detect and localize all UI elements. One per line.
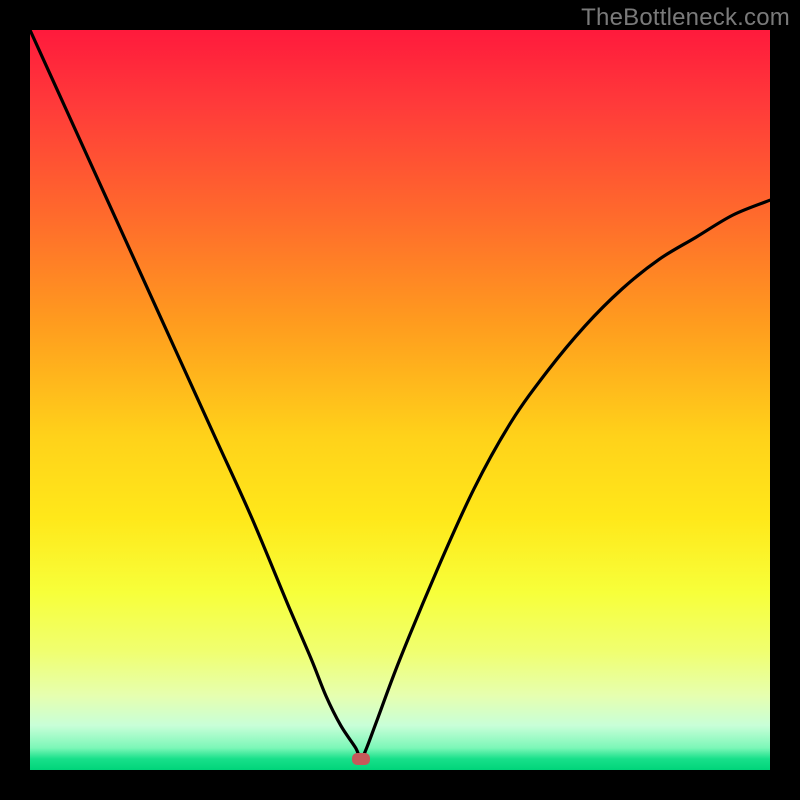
optimal-marker [352, 753, 370, 765]
curve-svg [30, 30, 770, 770]
chart-frame: TheBottleneck.com [0, 0, 800, 800]
bottleneck-curve [30, 30, 770, 759]
watermark-text: TheBottleneck.com [581, 4, 790, 32]
plot-area [30, 30, 770, 770]
